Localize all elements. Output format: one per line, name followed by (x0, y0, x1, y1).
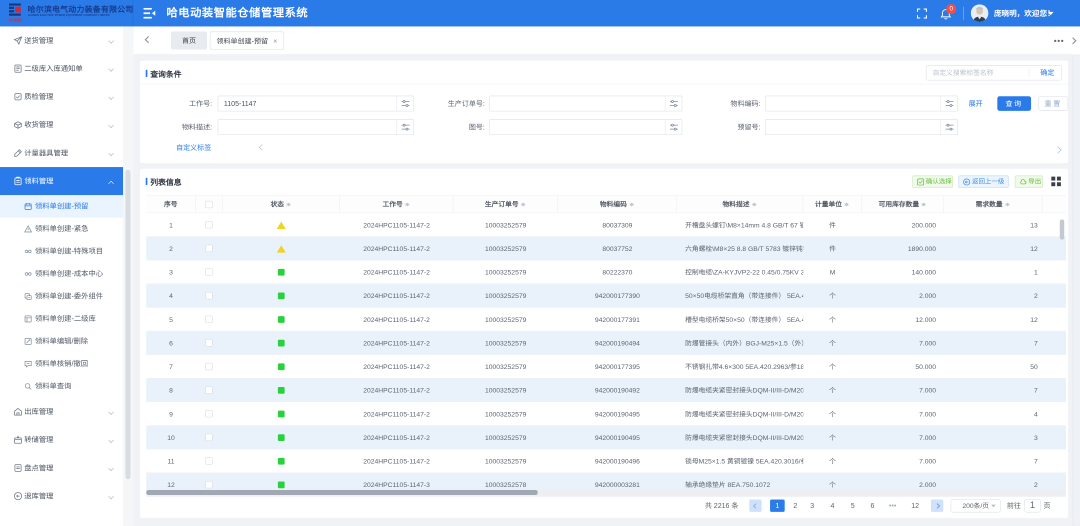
svg-text:哈电集团: 哈电集团 (8, 17, 22, 22)
